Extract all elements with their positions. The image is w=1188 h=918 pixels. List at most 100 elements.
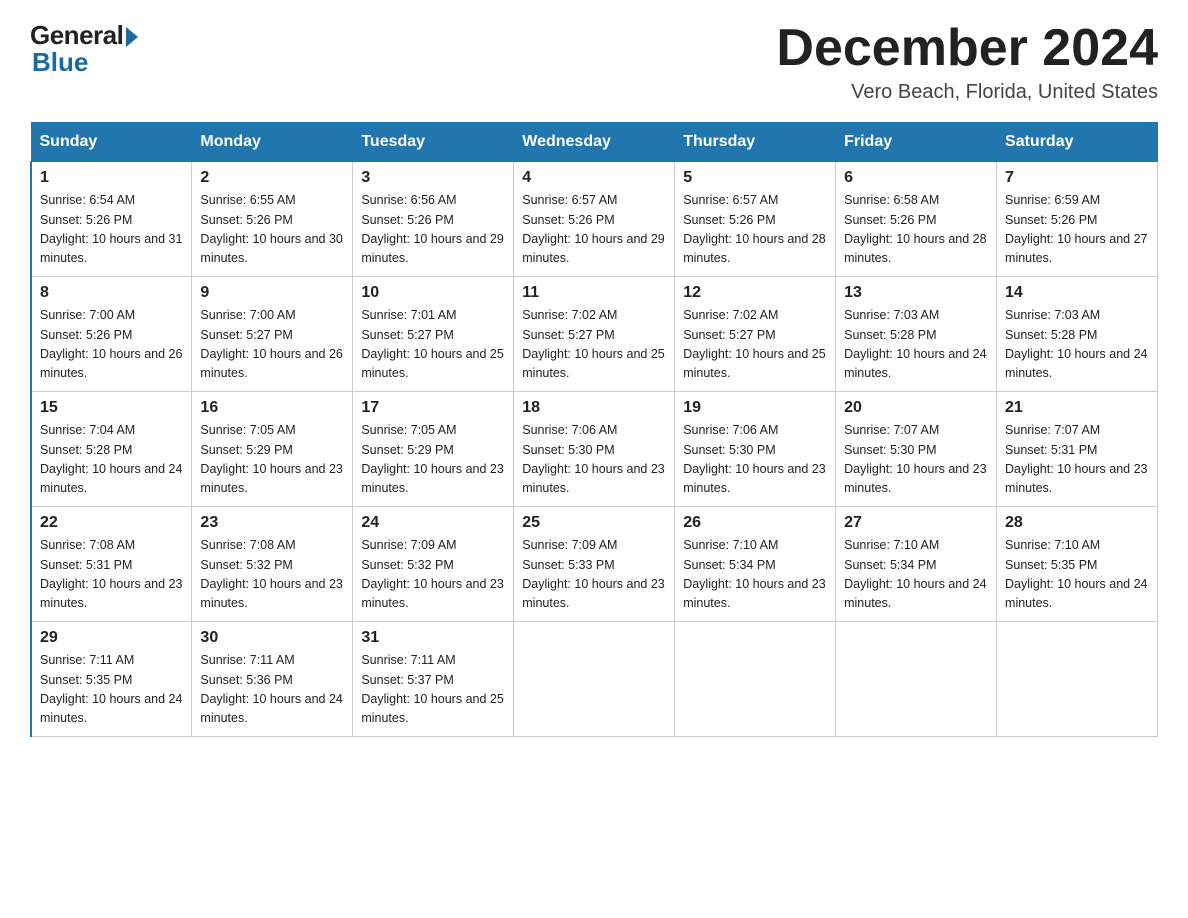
calendar-cell: 2 Sunrise: 6:55 AMSunset: 5:26 PMDaylight…	[192, 162, 353, 277]
day-info: Sunrise: 7:03 AMSunset: 5:28 PMDaylight:…	[1005, 308, 1147, 380]
logo-blue-text: Blue	[32, 47, 88, 78]
calendar-title: December 2024	[776, 20, 1158, 77]
day-info: Sunrise: 7:00 AMSunset: 5:27 PMDaylight:…	[200, 308, 342, 380]
calendar-cell: 16 Sunrise: 7:05 AMSunset: 5:29 PMDayligh…	[192, 392, 353, 507]
day-info: Sunrise: 7:03 AMSunset: 5:28 PMDaylight:…	[844, 308, 986, 380]
day-info: Sunrise: 7:02 AMSunset: 5:27 PMDaylight:…	[683, 308, 825, 380]
calendar-cell: 12 Sunrise: 7:02 AMSunset: 5:27 PMDayligh…	[675, 277, 836, 392]
day-number: 24	[361, 514, 505, 532]
day-number: 4	[522, 169, 666, 187]
day-info: Sunrise: 7:08 AMSunset: 5:31 PMDaylight:…	[40, 538, 182, 610]
calendar-cell	[997, 622, 1158, 737]
day-number: 3	[361, 169, 505, 187]
calendar-cell: 14 Sunrise: 7:03 AMSunset: 5:28 PMDayligh…	[997, 277, 1158, 392]
calendar-cell	[836, 622, 997, 737]
day-info: Sunrise: 7:04 AMSunset: 5:28 PMDaylight:…	[40, 423, 182, 495]
page-header: General Blue December 2024 Vero Beach, F…	[30, 20, 1158, 104]
day-number: 16	[200, 399, 344, 417]
day-info: Sunrise: 6:59 AMSunset: 5:26 PMDaylight:…	[1005, 193, 1147, 265]
title-block: December 2024 Vero Beach, Florida, Unite…	[776, 20, 1158, 104]
day-number: 2	[200, 169, 344, 187]
day-info: Sunrise: 7:09 AMSunset: 5:33 PMDaylight:…	[522, 538, 664, 610]
column-header-saturday: Saturday	[997, 123, 1158, 162]
day-number: 6	[844, 169, 988, 187]
calendar-cell: 23Sunrise: 7:08 AMSunset: 5:32 PMDayligh…	[192, 507, 353, 622]
calendar-cell: 10 Sunrise: 7:01 AMSunset: 5:27 PMDayligh…	[353, 277, 514, 392]
calendar-cell: 28 Sunrise: 7:10 AMSunset: 5:35 PMDayligh…	[997, 507, 1158, 622]
calendar-cell: 17Sunrise: 7:05 AMSunset: 5:29 PMDayligh…	[353, 392, 514, 507]
day-number: 25	[522, 514, 666, 532]
calendar-cell: 18 Sunrise: 7:06 AMSunset: 5:30 PMDayligh…	[514, 392, 675, 507]
day-info: Sunrise: 7:11 AMSunset: 5:35 PMDaylight:…	[40, 653, 182, 725]
column-header-wednesday: Wednesday	[514, 123, 675, 162]
day-number: 21	[1005, 399, 1149, 417]
calendar-cell	[675, 622, 836, 737]
day-info: Sunrise: 6:56 AMSunset: 5:26 PMDaylight:…	[361, 193, 503, 265]
day-info: Sunrise: 7:10 AMSunset: 5:35 PMDaylight:…	[1005, 538, 1147, 610]
day-number: 9	[200, 284, 344, 302]
calendar-cell: 30 Sunrise: 7:11 AMSunset: 5:36 PMDayligh…	[192, 622, 353, 737]
column-header-tuesday: Tuesday	[353, 123, 514, 162]
calendar-cell: 13 Sunrise: 7:03 AMSunset: 5:28 PMDayligh…	[836, 277, 997, 392]
day-number: 19	[683, 399, 827, 417]
day-info: Sunrise: 7:07 AMSunset: 5:31 PMDaylight:…	[1005, 423, 1147, 495]
day-info: Sunrise: 7:10 AMSunset: 5:34 PMDaylight:…	[683, 538, 825, 610]
calendar-cell: 6Sunrise: 6:58 AMSunset: 5:26 PMDaylight…	[836, 162, 997, 277]
day-number: 5	[683, 169, 827, 187]
column-header-thursday: Thursday	[675, 123, 836, 162]
logo: General Blue	[30, 20, 138, 78]
day-number: 12	[683, 284, 827, 302]
day-info: Sunrise: 7:00 AMSunset: 5:26 PMDaylight:…	[40, 308, 182, 380]
calendar-cell: 15Sunrise: 7:04 AMSunset: 5:28 PMDayligh…	[31, 392, 192, 507]
calendar-week-row: 8 Sunrise: 7:00 AMSunset: 5:26 PMDaylight…	[31, 277, 1158, 392]
column-header-sunday: Sunday	[31, 123, 192, 162]
day-number: 23	[200, 514, 344, 532]
day-info: Sunrise: 7:09 AMSunset: 5:32 PMDaylight:…	[361, 538, 503, 610]
calendar-cell: 1 Sunrise: 6:54 AMSunset: 5:26 PMDaylight…	[31, 162, 192, 277]
logo-arrow-icon	[126, 27, 138, 47]
day-info: Sunrise: 7:05 AMSunset: 5:29 PMDaylight:…	[361, 423, 503, 495]
calendar-cell: 8 Sunrise: 7:00 AMSunset: 5:26 PMDaylight…	[31, 277, 192, 392]
day-info: Sunrise: 7:11 AMSunset: 5:36 PMDaylight:…	[200, 653, 342, 725]
calendar-cell: 22 Sunrise: 7:08 AMSunset: 5:31 PMDayligh…	[31, 507, 192, 622]
calendar-cell: 9 Sunrise: 7:00 AMSunset: 5:27 PMDaylight…	[192, 277, 353, 392]
calendar-cell	[514, 622, 675, 737]
calendar-cell: 31 Sunrise: 7:11 AMSunset: 5:37 PMDayligh…	[353, 622, 514, 737]
day-info: Sunrise: 6:57 AMSunset: 5:26 PMDaylight:…	[683, 193, 825, 265]
day-number: 26	[683, 514, 827, 532]
day-info: Sunrise: 7:02 AMSunset: 5:27 PMDaylight:…	[522, 308, 664, 380]
day-info: Sunrise: 7:10 AMSunset: 5:34 PMDaylight:…	[844, 538, 986, 610]
day-number: 28	[1005, 514, 1149, 532]
calendar-week-row: 1 Sunrise: 6:54 AMSunset: 5:26 PMDaylight…	[31, 162, 1158, 277]
day-number: 1	[40, 169, 183, 187]
day-number: 22	[40, 514, 183, 532]
calendar-cell: 11Sunrise: 7:02 AMSunset: 5:27 PMDayligh…	[514, 277, 675, 392]
day-info: Sunrise: 7:05 AMSunset: 5:29 PMDaylight:…	[200, 423, 342, 495]
day-number: 13	[844, 284, 988, 302]
calendar-cell: 25 Sunrise: 7:09 AMSunset: 5:33 PMDayligh…	[514, 507, 675, 622]
day-number: 7	[1005, 169, 1149, 187]
day-number: 18	[522, 399, 666, 417]
calendar-cell: 7 Sunrise: 6:59 AMSunset: 5:26 PMDaylight…	[997, 162, 1158, 277]
day-info: Sunrise: 6:54 AMSunset: 5:26 PMDaylight:…	[40, 193, 182, 265]
day-info: Sunrise: 7:07 AMSunset: 5:30 PMDaylight:…	[844, 423, 986, 495]
day-info: Sunrise: 7:11 AMSunset: 5:37 PMDaylight:…	[361, 653, 503, 725]
column-header-friday: Friday	[836, 123, 997, 162]
day-number: 8	[40, 284, 183, 302]
day-number: 30	[200, 629, 344, 647]
calendar-cell: 19Sunrise: 7:06 AMSunset: 5:30 PMDayligh…	[675, 392, 836, 507]
calendar-cell: 3 Sunrise: 6:56 AMSunset: 5:26 PMDaylight…	[353, 162, 514, 277]
calendar-cell: 21 Sunrise: 7:07 AMSunset: 5:31 PMDayligh…	[997, 392, 1158, 507]
day-number: 29	[40, 629, 183, 647]
day-number: 31	[361, 629, 505, 647]
calendar-cell: 27Sunrise: 7:10 AMSunset: 5:34 PMDayligh…	[836, 507, 997, 622]
day-info: Sunrise: 7:06 AMSunset: 5:30 PMDaylight:…	[522, 423, 664, 495]
day-number: 10	[361, 284, 505, 302]
day-number: 14	[1005, 284, 1149, 302]
calendar-week-row: 22 Sunrise: 7:08 AMSunset: 5:31 PMDayligh…	[31, 507, 1158, 622]
calendar-week-row: 29 Sunrise: 7:11 AMSunset: 5:35 PMDayligh…	[31, 622, 1158, 737]
calendar-cell: 4Sunrise: 6:57 AMSunset: 5:26 PMDaylight…	[514, 162, 675, 277]
day-info: Sunrise: 6:55 AMSunset: 5:26 PMDaylight:…	[200, 193, 342, 265]
day-info: Sunrise: 7:01 AMSunset: 5:27 PMDaylight:…	[361, 308, 503, 380]
column-header-monday: Monday	[192, 123, 353, 162]
